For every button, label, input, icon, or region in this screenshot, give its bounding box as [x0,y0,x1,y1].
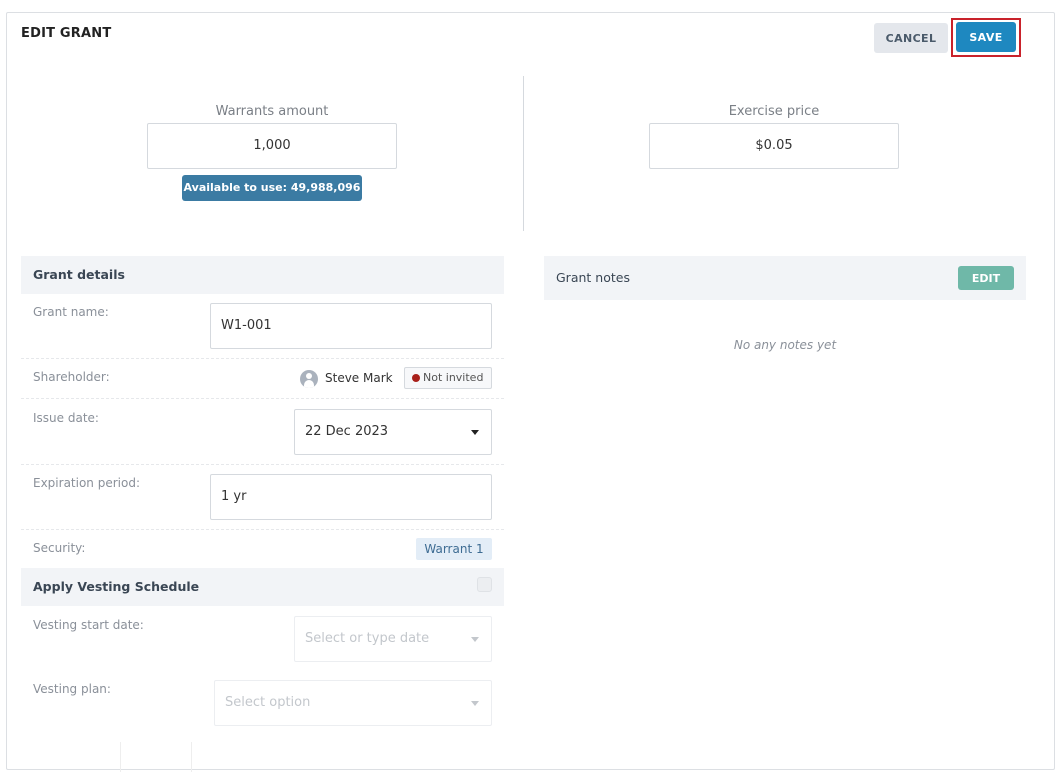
warrants-amount-input[interactable]: 1,000 [147,123,397,169]
shareholder-label: Shareholder: [33,370,110,384]
status-dot-icon [412,374,420,382]
scroll-fragment [120,742,192,772]
page-title: EDIT GRANT [21,26,112,41]
empty-notes-text: No any notes yet [733,338,837,352]
vesting-schedule-header: Apply Vesting Schedule [21,568,504,606]
issue-date-value: 22 Dec 2023 [305,424,389,439]
security-badge: Warrant 1 [416,538,492,560]
cancel-button[interactable]: CANCEL [874,23,948,53]
vesting-plan-label: Vesting plan: [33,682,111,696]
status-badge: Not invited [404,367,492,389]
vesting-plan-placeholder: Select option [225,695,311,710]
row-divider [21,398,504,399]
vesting-schedule-checkbox[interactable] [477,577,492,592]
grant-details-header: Grant details [21,256,504,294]
expiration-period-input[interactable]: 1 yr [210,474,492,520]
warrants-amount-label: Warrants amount [215,104,329,119]
grant-name-label: Grant name: [33,305,109,319]
vertical-divider [523,76,524,231]
vesting-plan-select[interactable]: Select option [214,680,492,726]
edit-notes-button[interactable]: EDIT [958,266,1014,290]
save-button[interactable]: SAVE [956,22,1016,52]
exercise-price-input[interactable]: $0.05 [649,123,899,169]
row-divider [21,464,504,465]
shareholder-name: Steve Mark [325,371,393,385]
chevron-down-icon [471,701,479,706]
chevron-down-icon [471,430,479,435]
security-label: Security: [33,541,86,555]
row-divider [21,358,504,359]
grant-name-input[interactable]: W1-001 [210,303,492,349]
available-badge: Available to use: 49,988,096 [182,175,362,201]
status-text: Not invited [423,371,484,384]
issue-date-label: Issue date: [33,411,99,425]
row-divider [21,529,504,530]
chevron-down-icon [471,637,479,642]
issue-date-select[interactable]: 22 Dec 2023 [294,409,492,455]
vesting-start-date-select[interactable]: Select or type date [294,616,492,662]
expiration-period-label: Expiration period: [33,476,140,490]
vesting-start-date-placeholder: Select or type date [305,631,430,646]
exercise-price-label: Exercise price [728,104,820,119]
grant-notes-header: Grant notes [544,256,1026,300]
vesting-start-date-label: Vesting start date: [33,618,144,632]
avatar [300,370,318,388]
